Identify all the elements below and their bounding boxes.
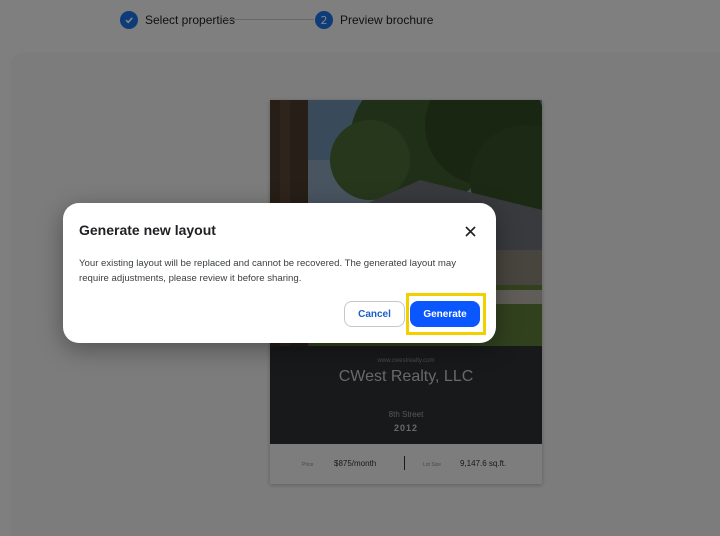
dialog-title: Generate new layout [79,222,216,238]
cancel-button[interactable]: Cancel [344,301,405,327]
generate-button[interactable]: Generate [410,301,480,327]
close-icon[interactable] [460,221,480,241]
generate-layout-dialog: Generate new layout Your existing layout… [63,203,496,343]
dialog-message: Your existing layout will be replaced an… [79,258,457,284]
